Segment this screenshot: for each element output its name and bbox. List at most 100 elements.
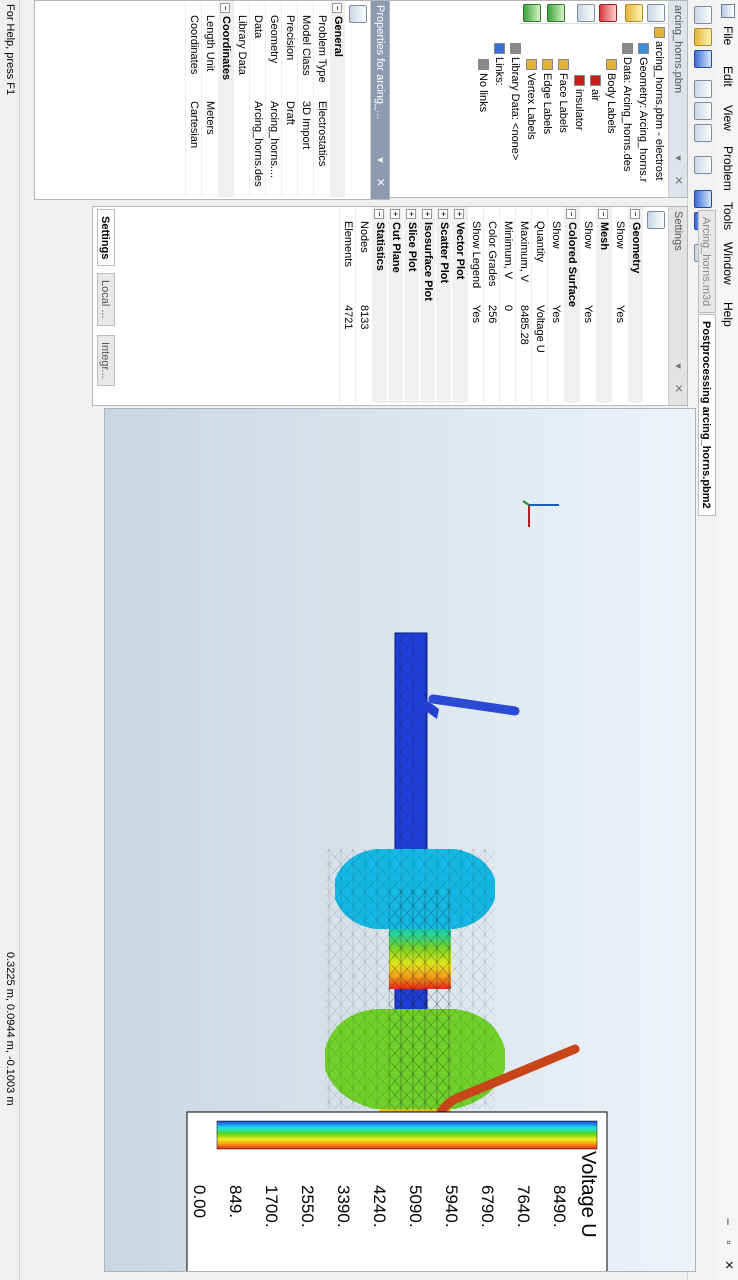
menu-file[interactable]: File — [721, 26, 735, 45]
property-value[interactable]: 0 — [500, 305, 515, 311]
property-group[interactable]: + Isosurface Plot — [420, 207, 435, 403]
property-value[interactable]: Yes — [468, 305, 483, 323]
property-value[interactable]: Draft — [282, 101, 297, 125]
solve-icon[interactable] — [547, 4, 565, 22]
property-value[interactable]: Yes — [580, 305, 595, 323]
property-row[interactable]: Geometry Arcing_horns.... — [265, 1, 281, 197]
tab-postprocessing[interactable]: Postprocessing arcing_horns.pbm2 — [698, 314, 716, 516]
collapse-icon[interactable]: − — [630, 209, 640, 219]
property-row[interactable]: Show Yes — [547, 207, 563, 403]
property-group[interactable]: + Slice Plot — [404, 207, 419, 403]
property-group[interactable]: − Mesh — [596, 207, 611, 403]
property-value[interactable]: 8485.28 — [516, 305, 531, 345]
property-row[interactable]: Problem Type Electrostatics — [313, 1, 329, 197]
menu-window[interactable]: Window — [721, 242, 735, 285]
property-row[interactable]: Coordinates Cartesian — [185, 1, 201, 197]
settings-sort-icon[interactable] — [647, 211, 665, 229]
tree-item[interactable]: No links — [475, 59, 491, 112]
properties-icon[interactable] — [599, 4, 617, 22]
property-row[interactable]: Quantity Voltage U — [531, 207, 547, 403]
property-row[interactable]: Model Class 3D Import — [297, 1, 313, 197]
property-value[interactable]: Cartesian — [186, 101, 201, 148]
3d-viewport[interactable]: Voltage U 8490. 7640. 6790. 5940. 5090. 4240.… — [104, 408, 696, 1272]
property-row[interactable]: Nodes 8133 — [355, 207, 371, 403]
property-row[interactable]: Length Unit Meters — [201, 1, 217, 197]
expand-icon[interactable]: + — [406, 209, 416, 219]
menu-problem[interactable]: Problem — [721, 146, 735, 191]
tree-item[interactable]: insulator — [571, 75, 587, 131]
property-row[interactable]: Precision Draft — [281, 1, 297, 197]
cut-icon[interactable] — [694, 80, 712, 98]
tree-item[interactable]: Vertex Labels — [523, 59, 539, 140]
collapse-icon[interactable]: − — [566, 209, 576, 219]
expand-icon[interactable]: + — [390, 209, 400, 219]
property-group[interactable]: + Scatter Plot — [436, 207, 451, 403]
tree-item[interactable]: Face Labels — [555, 59, 571, 133]
property-row[interactable]: Show Legend Yes — [467, 207, 483, 403]
panel-close-icon[interactable]: ▾ ✕ — [669, 363, 687, 399]
tree-item[interactable]: Links: — [491, 43, 507, 86]
tree-icon[interactable] — [647, 4, 665, 22]
property-value[interactable]: Yes — [612, 305, 627, 323]
tab-local[interactable]: Local ... — [97, 273, 115, 326]
results-icon[interactable] — [523, 4, 541, 22]
property-value[interactable]: Arcing_horns.des — [250, 101, 265, 187]
tree-item[interactable]: arcing_horns.pbm - electrost — [651, 27, 667, 180]
property-group[interactable]: + Vector Plot — [452, 207, 467, 403]
expand-icon[interactable]: + — [438, 209, 448, 219]
tree-item[interactable]: Library Data: <none> — [507, 43, 523, 160]
tree-item[interactable]: Edge Labels — [539, 59, 555, 134]
help-icon[interactable] — [694, 190, 712, 208]
menu-edit[interactable]: Edit — [721, 66, 735, 87]
property-value[interactable]: Voltage U — [532, 305, 547, 353]
property-row[interactable]: Elements 4721 — [339, 207, 355, 403]
property-row[interactable]: Library Data — [233, 1, 249, 197]
print-icon[interactable] — [694, 156, 712, 174]
copy-icon[interactable] — [694, 102, 712, 120]
open-icon[interactable] — [694, 28, 712, 46]
expand-icon[interactable]: + — [454, 209, 464, 219]
tab-geometry-file[interactable]: Arcing_horns.m3d — [698, 210, 716, 314]
expand-icon[interactable]: + — [422, 209, 432, 219]
property-value[interactable]: 4721 — [340, 305, 355, 329]
property-value[interactable]: Arcing_horns.... — [266, 101, 281, 178]
property-value[interactable]: 8133 — [356, 305, 371, 329]
panel-close-icon[interactable]: ▾ ✕ — [371, 157, 389, 193]
property-group[interactable]: + Cut Plane — [388, 207, 403, 403]
categorized-icon[interactable] — [349, 5, 367, 23]
tab-settings[interactable]: Settings — [97, 209, 115, 267]
tree-item[interactable]: Body Labels — [603, 59, 619, 134]
collapse-icon[interactable]: − — [220, 3, 230, 13]
property-row[interactable]: Show Yes — [579, 207, 595, 403]
tab-integral[interactable]: Integr... — [97, 335, 115, 386]
new-icon[interactable] — [694, 6, 712, 24]
property-row[interactable]: Show Yes — [611, 207, 627, 403]
property-group[interactable]: − General — [330, 1, 345, 197]
collapse-icon[interactable]: − — [374, 209, 384, 219]
property-group[interactable]: − Statistics — [372, 207, 387, 403]
property-value[interactable]: 256 — [484, 305, 499, 323]
property-value[interactable]: Meters — [202, 101, 217, 135]
property-value[interactable]: Yes — [548, 305, 563, 323]
folder-icon[interactable] — [625, 4, 643, 22]
menu-help[interactable]: Help — [721, 302, 735, 327]
property-row[interactable]: Color Grades 256 — [483, 207, 499, 403]
property-row[interactable]: Minimum, V 0 — [499, 207, 515, 403]
property-value[interactable]: Electrostatics — [314, 101, 329, 166]
property-group[interactable]: − Geometry — [628, 207, 643, 403]
property-group[interactable]: − Colored Surface — [564, 207, 579, 403]
tree-item[interactable]: air — [587, 75, 603, 101]
menu-tools[interactable]: Tools — [721, 202, 735, 230]
save-icon[interactable] — [694, 50, 712, 68]
panel-close-icon[interactable]: ▾ ✕ — [669, 155, 687, 191]
edit-icon[interactable] — [577, 4, 595, 22]
collapse-icon[interactable]: − — [598, 209, 608, 219]
property-value[interactable]: 3D Import — [298, 101, 313, 149]
property-row[interactable]: Maximum, V 8485.28 — [515, 207, 531, 403]
property-group[interactable]: − Coordinates — [218, 1, 233, 197]
tree-item[interactable]: Geometry: Arcing_horns.r — [635, 43, 651, 182]
collapse-icon[interactable]: − — [332, 3, 342, 13]
property-row[interactable]: Data Arcing_horns.des — [249, 1, 265, 197]
menu-view[interactable]: View — [721, 105, 735, 131]
tree-item[interactable]: Data: Arcing_horns.des — [619, 43, 635, 171]
